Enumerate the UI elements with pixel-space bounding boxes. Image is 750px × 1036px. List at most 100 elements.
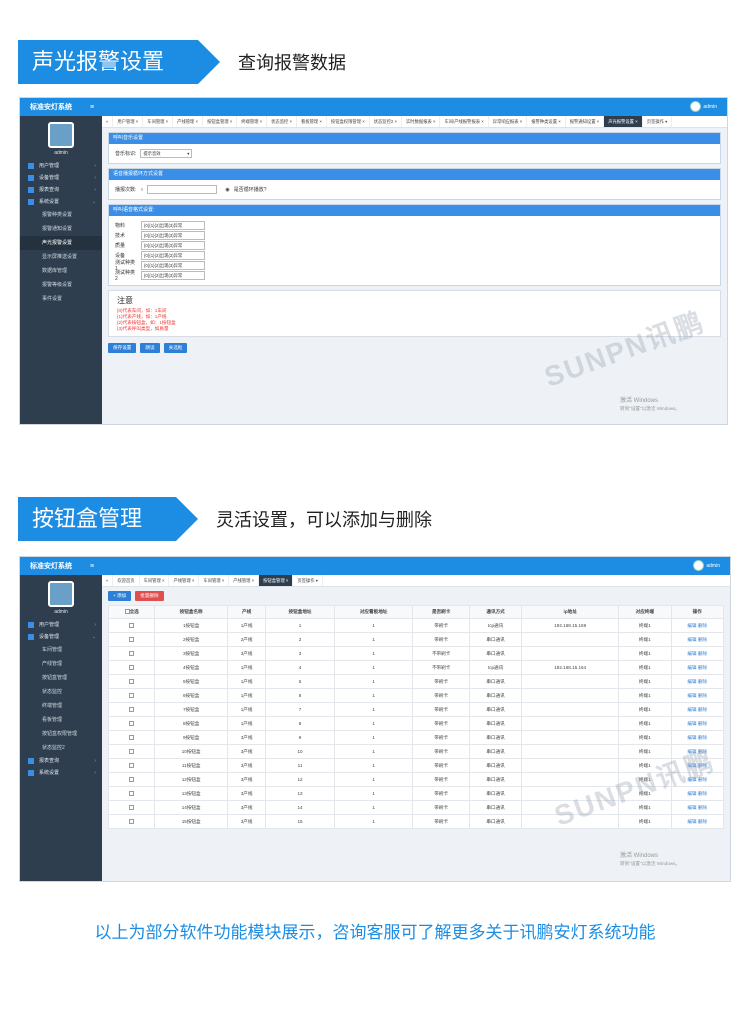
tab[interactable]: 按钮盒管理 × (259, 575, 294, 586)
voice-format-input[interactable]: {0}{1}{2}出现{3}异常 (141, 251, 205, 260)
sidebar-subitem[interactable]: 看板管理 (20, 713, 102, 727)
row-actions[interactable]: 编辑 删除 (670, 618, 724, 633)
voice-format-input[interactable]: {0}{1}{2}出现{3}异常 (141, 221, 205, 230)
tab[interactable]: 异常响应报表 × (489, 116, 528, 127)
sidebar-subitem[interactable]: 报警等级设置 (20, 278, 102, 292)
save-button[interactable]: 保存设置 (108, 343, 137, 353)
voice-format-input[interactable]: {0}{1}{2}出现{3}异常 (141, 261, 205, 270)
sidebar-subitem[interactable]: 状态监控2 (20, 741, 102, 755)
tab[interactable]: 状态监控 × (267, 116, 298, 127)
sidebar-subitem[interactable]: 产线管理 (20, 657, 102, 671)
user-menu[interactable]: admin (690, 101, 717, 112)
batch-delete-button[interactable]: 批量删除 (135, 591, 164, 601)
tab[interactable]: 车间/产线报警报表 × (440, 116, 489, 127)
sidebar-item[interactable]: 设备管理 ⌄ (20, 631, 102, 643)
count-radio[interactable]: ○ (140, 187, 143, 193)
sidebar-item[interactable]: 报表查询 › (20, 755, 102, 767)
row-checkbox[interactable] (129, 707, 135, 713)
tab[interactable]: 状态监控2 × (370, 116, 402, 127)
row-actions[interactable]: 编辑 删除 (670, 674, 724, 689)
sidebar-item[interactable]: 设备管理 › (20, 172, 102, 184)
sidebar-subitem[interactable]: 车间管理 (20, 643, 102, 657)
sidebar-subitem[interactable]: 按钮盒管理 (20, 671, 102, 685)
user-name: admin (706, 562, 720, 569)
tab[interactable]: 页签操作 ▾ (643, 116, 673, 127)
table-cell: 不带刷卡 (412, 646, 470, 661)
column-header[interactable]: 全选 (107, 605, 156, 619)
row-checkbox[interactable] (129, 805, 135, 811)
row-actions[interactable]: 编辑 删除 (670, 800, 724, 815)
row-actions[interactable]: 编辑 删除 (670, 646, 724, 661)
sidebar-item[interactable]: 用户管理 › (20, 619, 102, 631)
row-actions[interactable]: 编辑 删除 (670, 702, 724, 717)
tab[interactable]: 终端管理 × (237, 116, 268, 127)
tab[interactable]: 报警种类设置 × (527, 116, 566, 127)
sidebar-item[interactable]: 系统设置 › (20, 767, 102, 779)
table-cell: 带刷卡 (412, 772, 470, 787)
voice-format-input[interactable]: {0}{1}{2}出现{3}异常 (141, 271, 205, 280)
tab[interactable]: 声光报警设置 × (604, 116, 643, 127)
row-checkbox[interactable] (129, 819, 135, 825)
sidebar-subitem[interactable]: 显示屏推送设置 (20, 250, 102, 264)
tab[interactable]: 报警通知设置 × (566, 116, 605, 127)
tab-scroll-left-icon[interactable]: « (102, 575, 114, 586)
tab[interactable]: 车间管理 × (199, 575, 230, 586)
sidebar-subitem[interactable]: 状态监控 (20, 685, 102, 699)
tab[interactable]: 页签操作 ▾ (293, 575, 323, 586)
tab[interactable]: 欢迎首页 (113, 575, 140, 586)
chevron-icon: › (94, 758, 96, 764)
row-actions[interactable]: 编辑 删除 (670, 814, 724, 829)
tab-scroll-left-icon[interactable]: « (102, 116, 114, 127)
count-input[interactable] (147, 185, 218, 194)
music-select[interactable]: 提示音效 ▾ (140, 149, 193, 158)
menu-toggle-icon[interactable]: ≡ (90, 563, 94, 570)
tab[interactable]: 按钮盒管理 × (203, 116, 238, 127)
row-checkbox[interactable] (129, 777, 135, 783)
table-cell: 4按钮盒 (154, 660, 228, 675)
tab[interactable]: 车间管理 × (143, 116, 174, 127)
tab[interactable]: 产线管理 × (173, 116, 204, 127)
sidebar-subitem[interactable]: 数据库管理 (20, 264, 102, 278)
loop-radio[interactable]: ◉ (225, 187, 229, 193)
tab[interactable]: 产线管理 × (169, 575, 200, 586)
table-cell: 3产线 (226, 730, 267, 745)
row-checkbox[interactable] (129, 651, 135, 657)
row-checkbox[interactable] (129, 735, 135, 741)
close-button[interactable]: 关选框 (163, 343, 188, 353)
voice-format-input[interactable]: {0}{1}{2}出现{3}异常 (141, 241, 205, 250)
row-actions[interactable]: 编辑 删除 (670, 660, 724, 675)
sidebar-item[interactable]: 报表查询 › (20, 184, 102, 196)
user-menu[interactable]: admin (693, 560, 720, 571)
voice-format-input[interactable]: {0}{1}{2}出现{3}异常 (141, 231, 205, 240)
row-checkbox[interactable] (129, 665, 135, 671)
sidebar-subitem[interactable]: 事件设置 (20, 292, 102, 306)
tab[interactable]: 按钮盒权限管理 × (327, 116, 370, 127)
row-actions[interactable]: 编辑 删除 (670, 688, 724, 703)
row-checkbox[interactable] (129, 693, 135, 699)
menu-toggle-icon[interactable]: ≡ (90, 104, 94, 111)
sidebar-subitem[interactable]: 按钮盒权限管理 (20, 727, 102, 741)
row-checkbox[interactable] (129, 637, 135, 643)
tab[interactable]: 车间管理 × (140, 575, 170, 586)
row-checkbox[interactable] (129, 791, 135, 797)
row-checkbox[interactable] (129, 623, 135, 629)
tab[interactable]: 用户管理 × (113, 116, 144, 127)
sidebar-subitem[interactable]: 报警种类设置 (20, 208, 102, 222)
sidebar-subitem[interactable]: 终端管理 (20, 699, 102, 713)
sidebar-subitem[interactable]: 报警通知设置 (20, 222, 102, 236)
row-actions[interactable]: 编辑 删除 (670, 716, 724, 731)
menu-icon (28, 187, 34, 193)
row-actions[interactable]: 编辑 删除 (670, 632, 724, 647)
row-checkbox[interactable] (129, 679, 135, 685)
sidebar-item[interactable]: 用户管理 › (20, 160, 102, 172)
read-button[interactable]: 朗读 (140, 343, 160, 353)
sidebar-item[interactable]: 系统设置 ⌄ (20, 196, 102, 208)
tab[interactable]: 产线管理 × (229, 575, 260, 586)
add-button[interactable]: + 添加 (108, 591, 132, 601)
sidebar-subitem[interactable]: 声光报警设置 (20, 236, 102, 250)
tab[interactable]: 看板管理 × (297, 116, 327, 127)
row-checkbox[interactable] (129, 721, 135, 727)
tab[interactable]: 实时数据报表 × (402, 116, 441, 127)
row-checkbox[interactable] (129, 749, 135, 755)
row-checkbox[interactable] (129, 763, 135, 769)
